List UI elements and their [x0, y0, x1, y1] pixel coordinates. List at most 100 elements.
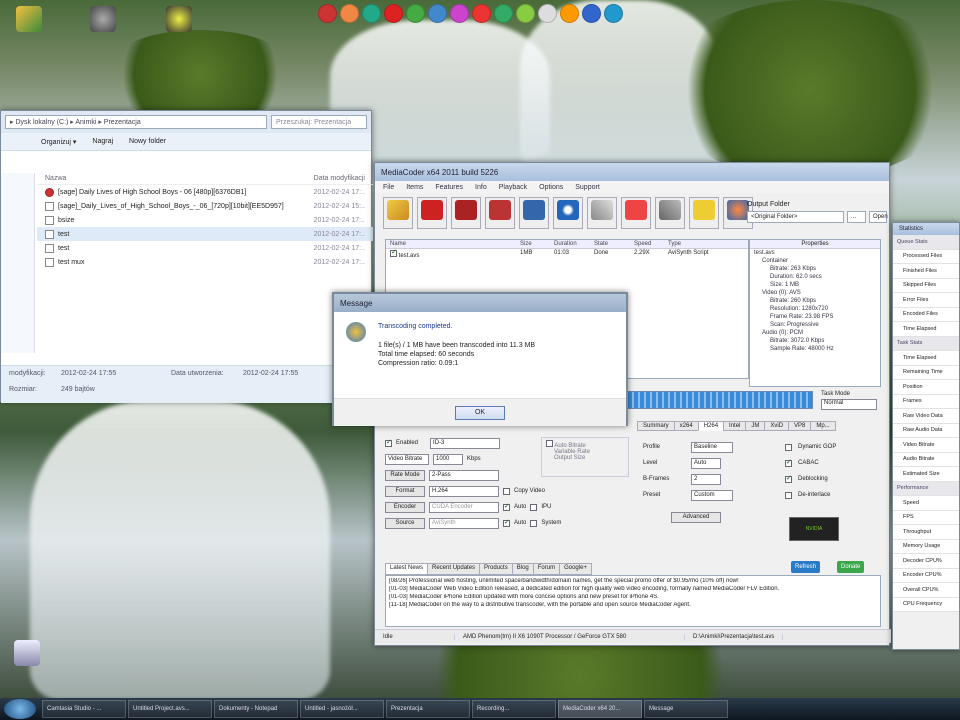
- info-button[interactable]: [621, 197, 651, 229]
- app-icon[interactable]: [450, 4, 469, 23]
- stats-item[interactable]: Remaining Time: [893, 365, 959, 380]
- stats-item[interactable]: Frames: [893, 394, 959, 409]
- format-select[interactable]: H.264: [429, 485, 499, 497]
- encoder-button[interactable]: Encoder: [385, 501, 425, 513]
- column-date[interactable]: Data modyfikacji: [314, 175, 365, 182]
- new-folder-button[interactable]: Nowy folder: [129, 138, 166, 145]
- recycle-bin-icon[interactable]: [90, 6, 116, 32]
- file-row[interactable]: [sage] Daily Lives of High School Boys -…: [37, 185, 373, 199]
- file-row[interactable]: bsize 2012-02-24 17:..: [37, 213, 373, 227]
- stats-item[interactable]: Time Elapsed: [893, 322, 959, 337]
- organize-button[interactable]: Organizuj ▾: [41, 138, 76, 146]
- stats-group[interactable]: Task Stats: [893, 336, 959, 351]
- stats-item[interactable]: Finished Files: [893, 264, 959, 279]
- auto-source-checkbox[interactable]: [503, 518, 510, 527]
- stats-item[interactable]: Estimated Size: [893, 467, 959, 482]
- ok-button[interactable]: OK: [455, 405, 505, 420]
- stats-item[interactable]: Encoded Files: [893, 307, 959, 322]
- start-button[interactable]: [553, 197, 583, 229]
- property-item[interactable]: Video (0): AVS: [750, 289, 880, 297]
- queue-row[interactable]: test.avs 1MB 01:03 Done 2.29X AviSynth S…: [386, 248, 748, 260]
- stats-item[interactable]: Skipped Files: [893, 278, 959, 293]
- computer-icon[interactable]: [16, 6, 42, 32]
- menu-info[interactable]: Info: [475, 184, 487, 191]
- property-item[interactable]: Container: [750, 257, 880, 265]
- news-tab[interactable]: Latest News: [385, 563, 429, 575]
- taskbar-button[interactable]: MediaCoder x64 20...: [558, 700, 642, 718]
- taskbar-button[interactable]: Message: [644, 700, 728, 718]
- tab-h264[interactable]: H264: [697, 421, 725, 431]
- menu-file[interactable]: File: [383, 184, 394, 191]
- ipu-checkbox[interactable]: [530, 503, 538, 511]
- app-icon[interactable]: [604, 4, 623, 23]
- tab-jm[interactable]: JM: [745, 421, 766, 431]
- settings-button[interactable]: [587, 197, 617, 229]
- queue-col-name[interactable]: Name: [390, 241, 520, 247]
- property-item[interactable]: test.avs: [750, 249, 880, 257]
- radiation-icon[interactable]: [166, 6, 192, 32]
- bframes-select[interactable]: 2: [691, 473, 721, 485]
- search-input[interactable]: Przeszukaj: Prezentacja: [271, 115, 367, 129]
- tab-intel[interactable]: Intel: [723, 421, 747, 431]
- file-row[interactable]: test mux 2012-02-24 17:..: [37, 255, 373, 269]
- dynamic-gop-checkbox[interactable]: [785, 443, 792, 451]
- queue-checkbox[interactable]: [390, 248, 397, 257]
- stats-item[interactable]: Video Bitrate: [893, 438, 959, 453]
- app-icon[interactable]: [582, 4, 601, 23]
- copy-video-checkbox[interactable]: [503, 487, 510, 495]
- stats-item[interactable]: Encoder CPU%: [893, 568, 959, 583]
- stats-item[interactable]: Throughput: [893, 525, 959, 540]
- queue-col-type[interactable]: Type: [668, 241, 728, 247]
- preset-select[interactable]: Custom: [691, 489, 733, 501]
- stats-item[interactable]: Speed: [893, 496, 959, 511]
- deinterlace-checkbox[interactable]: [785, 491, 792, 499]
- news-tab[interactable]: Forum: [532, 563, 561, 575]
- donate-button[interactable]: Donate: [837, 561, 865, 573]
- format-button[interactable]: Format: [385, 485, 425, 497]
- level-select[interactable]: Auto: [691, 457, 721, 469]
- clear-button[interactable]: [451, 197, 481, 229]
- rate-mode-select[interactable]: 2-Pass: [429, 469, 499, 481]
- property-item[interactable]: Bitrate: 263 Kbps: [750, 265, 880, 273]
- open-button[interactable]: Open: [869, 211, 888, 223]
- encoder-select[interactable]: CUDA Encoder: [429, 501, 499, 513]
- burn-button[interactable]: Nagraj: [92, 138, 113, 145]
- property-item[interactable]: Bitrate: 260 Kbps: [750, 297, 880, 305]
- app-icon[interactable]: [560, 4, 579, 23]
- remove-button[interactable]: [417, 197, 447, 229]
- news-tab[interactable]: Google+: [559, 563, 592, 575]
- property-item[interactable]: Size: 1 MB: [750, 281, 880, 289]
- file-row[interactable]: [sage]_Daily_Lives_of_High_School_Boys_-…: [37, 199, 373, 213]
- stats-item[interactable]: Memory Usage: [893, 539, 959, 554]
- auto-bitrate-checkbox[interactable]: [546, 440, 553, 447]
- file-row[interactable]: test 2012-02-24 17:..: [37, 227, 373, 241]
- menu-features[interactable]: Features: [435, 184, 463, 191]
- mediacoder-titlebar[interactable]: MediaCoder x64 2011 build 5226: [375, 163, 889, 181]
- property-item[interactable]: Audio (0): PCM: [750, 329, 880, 337]
- output-folder-browse[interactable]: …: [846, 211, 866, 223]
- codec-select[interactable]: ID-3: [430, 437, 501, 449]
- taskbar-button[interactable]: Prezentacja: [386, 700, 470, 718]
- property-item[interactable]: Resolution: 1280x720: [750, 305, 880, 313]
- property-item[interactable]: Scan: Progressive: [750, 321, 880, 329]
- news-item[interactable]: [11-18] MediaCoder on the way to a distr…: [389, 602, 877, 610]
- app-icon[interactable]: [318, 4, 337, 23]
- news-item[interactable]: [08/26] Professional web hosting, unlimi…: [389, 578, 877, 586]
- tab-mp[interactable]: Mp...: [810, 421, 836, 431]
- app-icon[interactable]: [406, 4, 425, 23]
- wizard-button[interactable]: [485, 197, 515, 229]
- property-item[interactable]: Duration: 62.0 secs: [750, 273, 880, 281]
- menu-items[interactable]: Items: [406, 184, 423, 191]
- auto-checkbox[interactable]: [503, 502, 510, 511]
- statistics-titlebar[interactable]: Statistics: [893, 223, 959, 235]
- system-checkbox[interactable]: [530, 519, 538, 527]
- tab-x264[interactable]: x264: [673, 421, 699, 431]
- video-mode-select[interactable]: Video Bitrate: [385, 453, 429, 465]
- taskbar-button[interactable]: Untitled - jasnożół...: [300, 700, 384, 718]
- tools-button[interactable]: [655, 197, 685, 229]
- navigation-pane[interactable]: [1, 173, 35, 353]
- app-icon[interactable]: [384, 4, 403, 23]
- start-button[interactable]: [4, 699, 36, 719]
- column-name[interactable]: Nazwa: [45, 175, 66, 182]
- tab-xvid[interactable]: XviD: [764, 421, 790, 431]
